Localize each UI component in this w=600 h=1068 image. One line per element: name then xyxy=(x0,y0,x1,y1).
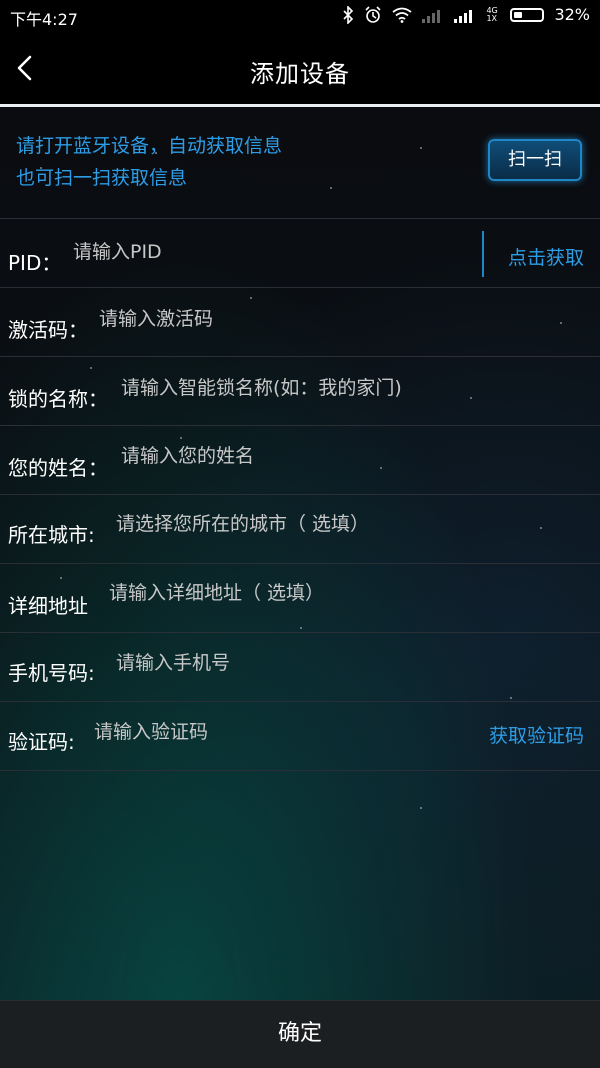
lock-name-label: 锁的名称： xyxy=(8,387,108,411)
network-type: 4G 1X xyxy=(486,5,498,23)
bluetooth-icon xyxy=(343,5,354,24)
hint-line-2: 也可扫一扫获取信息 xyxy=(16,167,188,189)
fetch-pid-button[interactable]: 点击获取 xyxy=(508,243,584,270)
hint-text: 请打开蓝牙设备，自动获取信息 也可扫一扫获取信息 xyxy=(16,130,282,194)
confirm-button[interactable]: 确定 xyxy=(0,1000,600,1068)
pid-input[interactable] xyxy=(73,241,473,263)
form-row-lock-name: 锁的名称： xyxy=(0,356,600,425)
status-icons: 4G 1X 32% xyxy=(342,5,590,24)
form-row-verify-code: 验证码: 获取验证码 xyxy=(0,701,600,771)
address-input[interactable] xyxy=(109,582,584,604)
activation-code-input[interactable] xyxy=(99,308,579,330)
battery-percent: 32% xyxy=(554,5,590,24)
page-title: 添加设备 xyxy=(250,60,350,88)
hint-line-1: 请打开蓝牙设备，自动获取信息 xyxy=(16,135,283,157)
activation-code-label: 激活码： xyxy=(8,318,88,342)
header-divider xyxy=(0,104,600,107)
title-bar: 添加设备 xyxy=(0,32,600,104)
signal-icon xyxy=(454,9,473,23)
your-name-label: 您的姓名： xyxy=(8,456,108,480)
pid-label: PID： xyxy=(8,251,62,275)
alarm-icon xyxy=(365,5,382,23)
verify-code-label: 验证码: xyxy=(8,730,75,754)
form-row-your-name: 您的姓名： xyxy=(0,425,600,494)
battery-level xyxy=(514,11,523,18)
scan-button[interactable]: 扫一扫 xyxy=(488,139,582,181)
form-row-city: 所在城市: xyxy=(0,494,600,563)
address-label: 详细地址 xyxy=(8,594,88,618)
city-label: 所在城市: xyxy=(8,523,95,547)
city-select[interactable] xyxy=(116,513,586,535)
pid-divider xyxy=(482,231,484,277)
lock-name-input[interactable] xyxy=(121,377,591,399)
your-name-input[interactable] xyxy=(121,445,581,467)
form-row-activation-code: 激活码： xyxy=(0,287,600,356)
form-row-phone: 手机号码: xyxy=(0,632,600,701)
phone-input[interactable] xyxy=(116,652,586,674)
phone-label: 手机号码: xyxy=(8,661,95,685)
battery-icon xyxy=(510,7,545,22)
signal-icon xyxy=(422,9,441,23)
form-row-pid: PID： 点击获取 xyxy=(0,218,600,287)
verify-code-input[interactable] xyxy=(94,721,454,743)
form-row-address: 详细地址 xyxy=(0,563,600,632)
get-verify-code-button[interactable]: 获取验证码 xyxy=(489,721,584,748)
status-bar: 下午4:27 4G 1X 32% xyxy=(0,0,600,32)
status-time: 下午4:27 xyxy=(10,10,78,29)
star xyxy=(420,807,422,809)
wifi-icon xyxy=(392,7,412,23)
